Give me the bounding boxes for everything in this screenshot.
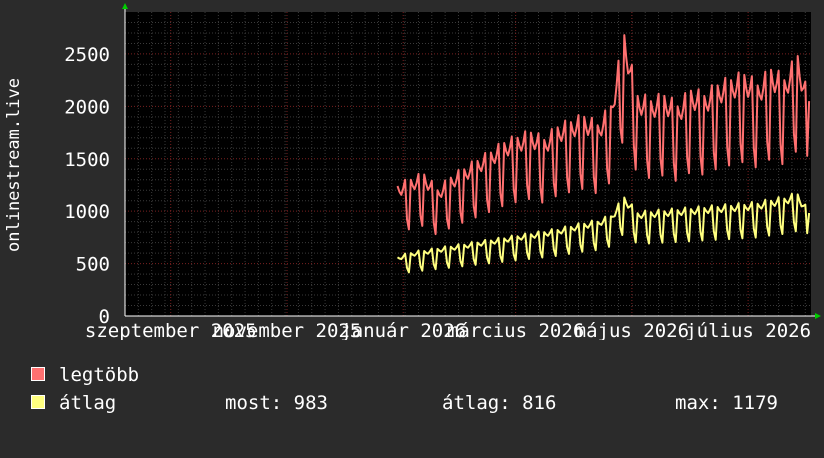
legend-item-avg: átlag xyxy=(31,392,116,414)
y-axis-label: onlinestream.live xyxy=(4,78,24,252)
stat-avg: átlag: 816 xyxy=(442,392,557,414)
plot-background xyxy=(125,12,811,316)
stat-now: most: 983 xyxy=(225,392,328,414)
x-axis-arrow xyxy=(815,313,821,319)
x-tick-label: július 2026 xyxy=(685,320,811,340)
legend-swatch-max xyxy=(31,367,45,381)
x-tick-label: március 2026 xyxy=(447,320,584,340)
y-tick-label: 1000 xyxy=(64,201,110,223)
legend-item-max: legtöbb xyxy=(31,364,139,386)
y-tick-label: 2500 xyxy=(64,44,110,66)
stat-max: max: 1179 xyxy=(675,392,778,414)
y-axis-arrow xyxy=(122,3,128,9)
y-tick-label: 1500 xyxy=(64,149,110,171)
legend-label-avg: átlag xyxy=(59,392,117,414)
y-tick-label: 500 xyxy=(76,254,110,276)
legend-label-max: legtöbb xyxy=(59,364,140,386)
chart: 05001000150020002500szeptember 2025novem… xyxy=(4,3,821,340)
x-tick-label: május 2026 xyxy=(575,320,689,340)
legend-swatch-avg xyxy=(31,395,45,409)
x-tick-label: november 2025 xyxy=(213,320,362,340)
y-tick-label: 2000 xyxy=(64,96,110,118)
